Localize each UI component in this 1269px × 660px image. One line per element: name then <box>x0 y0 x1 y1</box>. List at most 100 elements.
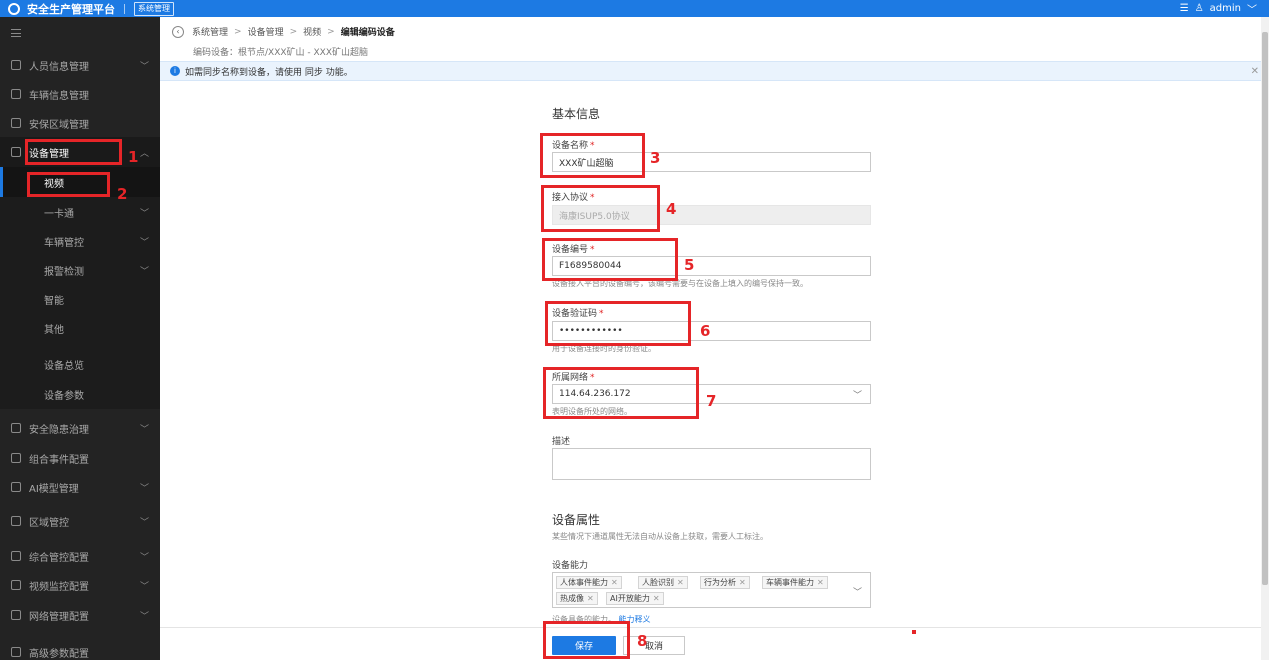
sidebar-item-label: 一卡通 <box>44 208 74 220</box>
chevron-down-icon: ﹀ <box>852 588 862 598</box>
capability-chip: 行为分析 ✕ <box>700 576 750 589</box>
car-icon <box>11 89 21 99</box>
sidebar-item-region[interactable]: 区域管控 ﹀ <box>0 506 160 536</box>
shield-icon <box>11 423 21 433</box>
sidebar-item-label: 车辆信息管理 <box>29 90 89 102</box>
breadcrumb-current: 编辑编码设备 <box>340 28 395 38</box>
system-tag[interactable]: 系统管理 <box>134 1 174 16</box>
annotation-box <box>543 367 699 419</box>
sidebar-item-label: 视频监控配置 <box>29 581 89 593</box>
chevron-down-icon: ﹀ <box>139 266 149 277</box>
description-textarea[interactable] <box>552 448 871 480</box>
app-title: 安全生产管理平台 <box>27 2 115 16</box>
chevron-down-icon: ﹀ <box>139 237 149 248</box>
chevron-right-icon: > <box>289 26 298 37</box>
sidebar-item-event[interactable]: 组合事件配置 <box>0 443 160 473</box>
menu-icon[interactable]: ☰ <box>1180 3 1189 14</box>
close-icon[interactable]: ✕ <box>587 594 594 603</box>
sidebar-item-security-area[interactable]: 安保区域管理 <box>0 108 160 138</box>
capability-chip: 热成像 ✕ <box>556 592 598 605</box>
annotation-number: 5 <box>684 256 695 274</box>
sidebar-item-label: 组合事件配置 <box>29 454 89 466</box>
app-logo-icon <box>8 2 20 15</box>
sidebar-item-vehicle-control[interactable]: 车辆管控 ﹀ <box>0 226 160 256</box>
sidebar-item-network[interactable]: 网络管理配置 ﹀ <box>0 600 160 630</box>
capability-label: 设备能力 <box>552 561 589 571</box>
main-content: ‹ 系统管理 > 设备管理 > 视频 > 编辑编码设备 编码设备：根节点/XXX… <box>160 17 1269 660</box>
info-banner: i 如需同步名称到设备，请使用 同步 功能。 ✕ <box>160 61 1269 81</box>
capability-chip: 车辆事件能力 ✕ <box>762 576 828 589</box>
sidebar-item-label: 车辆管控 <box>44 237 84 249</box>
capability-chip: AI开放能力 ✕ <box>606 592 664 605</box>
close-icon[interactable]: ✕ <box>1251 66 1259 77</box>
description-label: 描述 <box>552 437 571 447</box>
sidebar-item-overview[interactable]: 设备总览 <box>0 349 160 379</box>
close-icon[interactable]: ✕ <box>739 578 746 587</box>
sidebar-item-label: 综合管控配置 <box>29 552 89 564</box>
annotation-box <box>27 172 110 197</box>
capability-chip: 人脸识别 ✕ <box>638 576 688 589</box>
divider <box>124 3 125 14</box>
breadcrumb-item[interactable]: 系统管理 <box>192 25 228 38</box>
sidebar-item-label: 区域管控 <box>29 517 69 529</box>
annotation-number: 7 <box>706 392 717 410</box>
close-icon[interactable]: ✕ <box>817 578 824 587</box>
sidebar-item-person[interactable]: 人员信息管理 ﹀ <box>0 50 160 80</box>
info-text: 如需同步名称到设备，请使用 同步 功能。 <box>185 67 353 78</box>
sidebar-item-vehicle[interactable]: 车辆信息管理 <box>0 79 160 109</box>
section-title-basic: 基本信息 <box>552 107 601 121</box>
breadcrumb-item[interactable]: 设备管理 <box>248 25 284 38</box>
sidebar-item-hazard[interactable]: 安全隐患治理 ﹀ <box>0 413 160 443</box>
annotation-box <box>545 301 691 346</box>
sidebar-item-label: 安全隐患治理 <box>29 424 89 436</box>
sidebar-item-advanced[interactable]: 高级参数配置 <box>0 637 160 660</box>
sidebar-item-ai[interactable]: AI模型管理 ﹀ <box>0 472 160 502</box>
chevron-down-icon: ﹀ <box>139 424 149 435</box>
chevron-down-icon: ﹀ <box>852 390 862 401</box>
sidebar-item-label: 其他 <box>44 324 64 336</box>
close-icon[interactable]: ✕ <box>677 578 684 587</box>
close-icon[interactable]: ✕ <box>653 594 660 603</box>
capability-select[interactable]: 人体事件能力 ✕ 人脸识别 ✕ 行为分析 ✕ 车辆事件能力 ✕ 热成像 ✕ AI开放能力 ✕… <box>552 572 871 608</box>
chevron-down-icon: ﹀ <box>139 61 149 72</box>
annotation-number: 6 <box>700 322 711 340</box>
sidebar-item-label: AI模型管理 <box>29 483 79 495</box>
sidebar-item-other[interactable]: 其他 <box>0 313 160 343</box>
ai-icon <box>11 482 21 492</box>
chevron-down-icon: ﹀ <box>139 552 149 563</box>
chevron-down-icon: ﹀ <box>139 208 149 219</box>
scrollbar[interactable] <box>1261 17 1269 660</box>
capability-chip: 人体事件能力 ✕ <box>556 576 622 589</box>
username[interactable]: admin <box>1210 3 1241 14</box>
scrollbar-thumb[interactable] <box>1262 32 1268 585</box>
top-bar: 安全生产管理平台 系统管理 ☰ ♙ admin ﹀ <box>0 0 1269 17</box>
sidebar-item-video-monitor[interactable]: 视频监控配置 ﹀ <box>0 570 160 600</box>
sidebar-item-label: 高级参数配置 <box>29 648 89 660</box>
sidebar-item-label: 智能 <box>44 295 64 307</box>
sidebar-item-comprehensive[interactable]: 综合管控配置 ﹀ <box>0 541 160 571</box>
breadcrumb-item[interactable]: 视频 <box>303 25 321 38</box>
camera-icon <box>11 580 21 590</box>
user-icon[interactable]: ♙ <box>1195 3 1204 14</box>
chevron-down-icon: ﹀ <box>139 581 149 592</box>
sidebar-item-smart[interactable]: 智能 <box>0 284 160 314</box>
back-icon[interactable]: ‹ <box>172 25 184 38</box>
sidebar-item-alarm[interactable]: 报警检测 ﹀ <box>0 255 160 285</box>
chevron-right-icon: > <box>327 26 335 37</box>
event-icon <box>11 453 21 463</box>
close-icon[interactable]: ✕ <box>611 578 618 587</box>
sidebar-item-card[interactable]: 一卡通 ﹀ <box>0 197 160 227</box>
network-icon <box>11 610 21 620</box>
annotation-box <box>542 238 678 281</box>
sidebar-item-label: 报警检测 <box>44 266 84 278</box>
chevron-right-icon: > <box>234 26 242 37</box>
annotation-box <box>541 185 660 232</box>
annotation-number: 2 <box>117 185 128 203</box>
section-title-attributes: 设备属性 <box>552 513 601 527</box>
chevron-down-icon[interactable]: ﹀ <box>1247 1 1257 16</box>
sidebar-item-params[interactable]: 设备参数 <box>0 379 160 409</box>
cancel-button[interactable]: 取消 <box>623 636 685 655</box>
annotation-number: 8 <box>637 632 648 650</box>
menu-collapse-icon[interactable] <box>11 29 21 37</box>
attributes-hint: 某些情况下通道属性无法自动从设备上获取，需要人工标注。 <box>552 532 768 541</box>
